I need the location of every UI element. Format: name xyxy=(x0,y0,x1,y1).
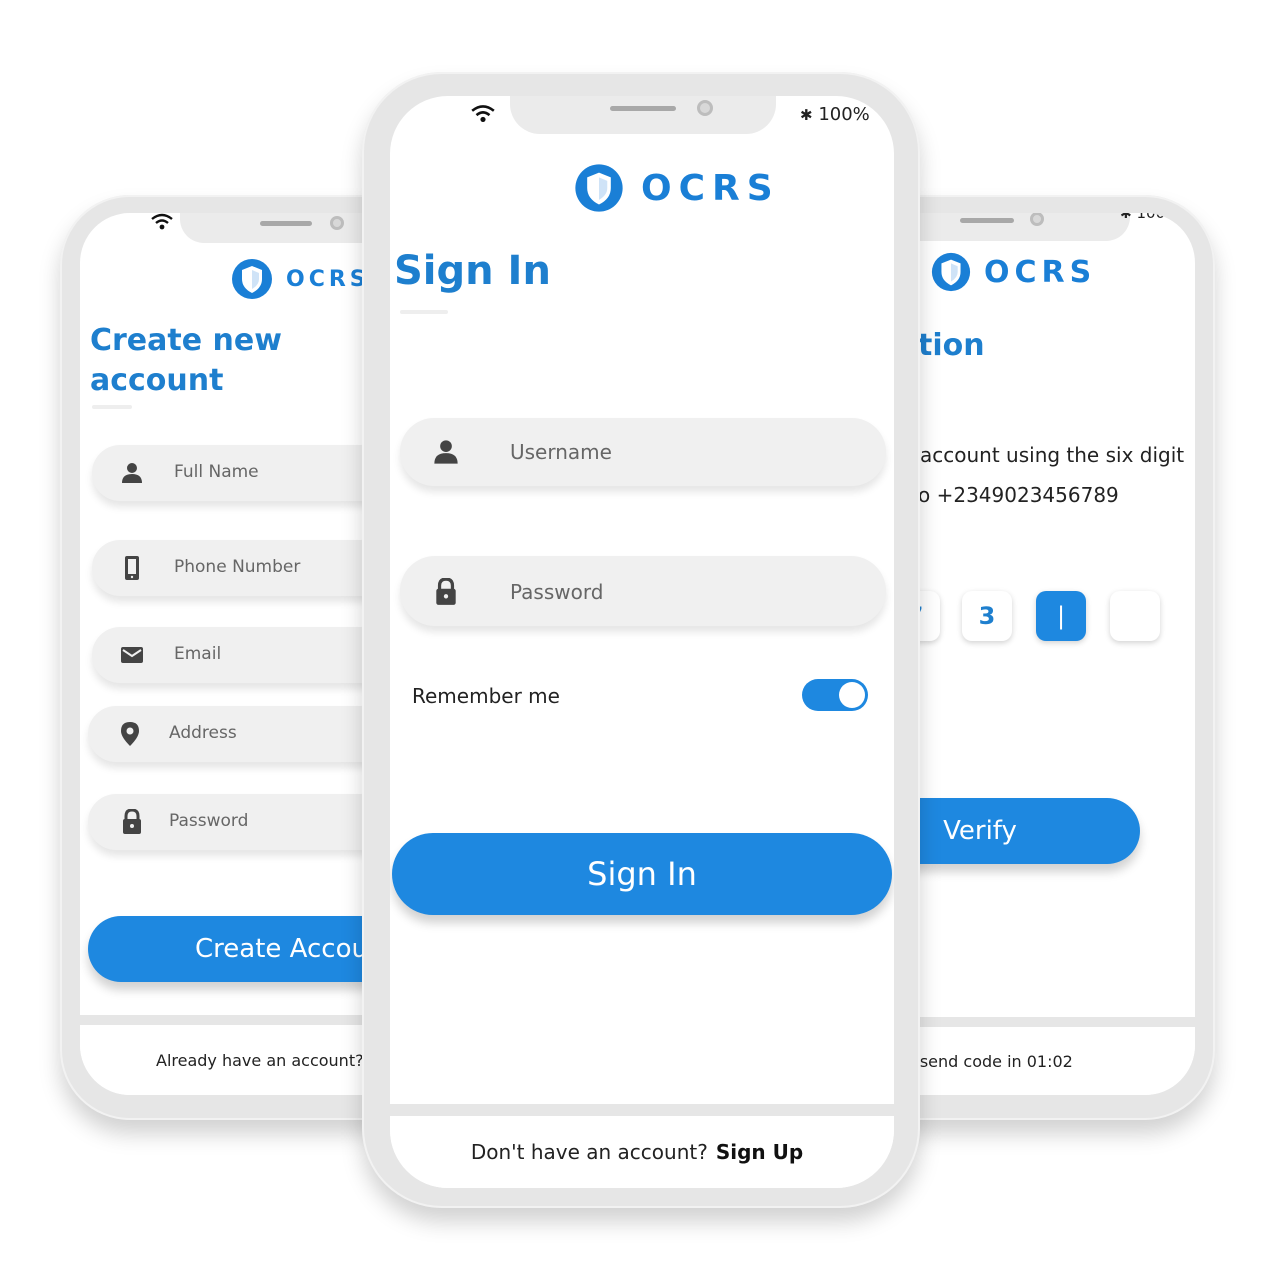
otp-digit-3-active[interactable]: | xyxy=(1036,591,1086,641)
brand-name: OCRS xyxy=(641,167,780,209)
description-line-2: o +2349023456789 xyxy=(918,483,1119,507)
person-icon xyxy=(118,459,146,487)
username-placeholder: Username xyxy=(510,440,612,464)
battery-status: ✱ 100% xyxy=(800,104,870,125)
sign-up-link[interactable]: Sign Up xyxy=(716,1140,803,1164)
password-field[interactable]: Password xyxy=(400,556,886,626)
lock-icon xyxy=(118,808,146,836)
shield-icon xyxy=(232,259,272,299)
title-underline xyxy=(400,310,448,314)
mail-icon xyxy=(118,641,146,669)
brand-name: OCRS xyxy=(984,254,1097,290)
person-icon xyxy=(430,436,462,468)
lock-icon xyxy=(430,576,462,608)
wifi-icon xyxy=(151,213,173,230)
address-placeholder: Address xyxy=(169,723,237,743)
page-title: Create new account xyxy=(90,323,282,398)
dont-have-account-text: Don't have an account? xyxy=(470,1140,708,1164)
bluetooth-icon: ✱ xyxy=(800,106,813,124)
description-line-1: account using the six digit xyxy=(920,443,1185,467)
speaker xyxy=(610,106,676,111)
shield-icon xyxy=(931,252,971,292)
battery-status: ✱ 100% xyxy=(1120,213,1179,222)
already-have-account-text[interactable]: Already have an account? xyxy=(156,1051,364,1070)
center-footer: Don't have an account? Sign Up xyxy=(390,1104,894,1188)
ocrs-logo: OCRS xyxy=(230,257,370,301)
full-name-placeholder: Full Name xyxy=(174,462,259,482)
speaker xyxy=(960,218,1014,223)
toggle-knob xyxy=(839,682,865,708)
sign-in-label: Sign In xyxy=(587,855,697,893)
create-account-label: Create Accou xyxy=(195,934,368,964)
remember-me-toggle[interactable] xyxy=(802,679,868,711)
battery-percent: 100% xyxy=(818,104,870,125)
bluetooth-icon: ✱ xyxy=(1120,213,1132,222)
remember-me-label: Remember me xyxy=(412,684,560,708)
ocrs-logo: OCRS xyxy=(573,162,780,214)
center-phone-screen: ✱ 100% OCRS Sign In Username Password Re… xyxy=(390,96,894,1188)
otp-digit-4[interactable] xyxy=(1110,591,1160,641)
brand-name: OCRS xyxy=(286,266,370,292)
camera xyxy=(697,100,713,116)
title-underline xyxy=(92,405,132,409)
sign-in-button[interactable]: Sign In xyxy=(392,833,892,915)
phone-icon xyxy=(118,554,146,582)
ocrs-logo: OCRS xyxy=(930,251,1096,293)
speaker xyxy=(260,221,312,226)
page-title: Sign In xyxy=(394,248,551,294)
password-placeholder: Password xyxy=(169,811,249,831)
page-title: tion xyxy=(918,328,985,363)
location-pin-icon xyxy=(116,720,144,748)
center-phone: ✱ 100% OCRS Sign In Username Password Re… xyxy=(362,72,920,1208)
camera xyxy=(330,216,344,230)
phone-number-placeholder: Phone Number xyxy=(174,557,301,577)
otp-digit-2[interactable]: 3 xyxy=(962,591,1012,641)
verify-label: Verify xyxy=(943,816,1017,846)
wifi-icon xyxy=(471,105,495,123)
shield-icon xyxy=(575,164,623,212)
username-field[interactable]: Username xyxy=(400,418,886,486)
notch xyxy=(510,96,776,134)
email-placeholder: Email xyxy=(174,644,222,664)
battery-percent: 100% xyxy=(1136,213,1180,222)
resend-code-text[interactable]: esend code in 01:02 xyxy=(910,1052,1073,1071)
camera xyxy=(1030,213,1044,226)
password-placeholder: Password xyxy=(510,580,604,604)
